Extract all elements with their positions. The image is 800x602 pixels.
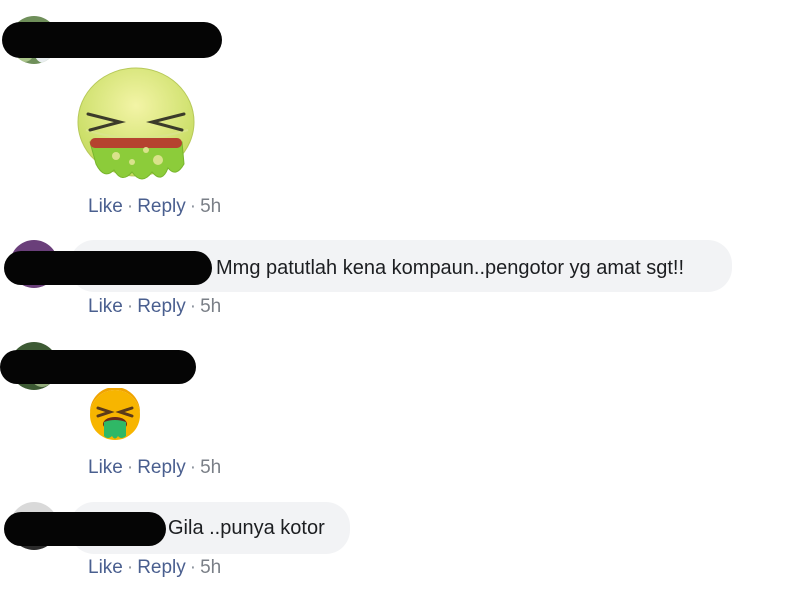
separator: · (126, 557, 134, 578)
comment-2: Mmg patutlah kena kompaun..pengotor yg a… (0, 230, 800, 330)
timestamp[interactable]: 5h (200, 296, 221, 317)
separator: · (189, 457, 197, 478)
timestamp[interactable]: 5h (200, 196, 221, 217)
reply-link[interactable]: Reply (137, 557, 186, 578)
comment-actions: Like · Reply · 5h (88, 195, 221, 219)
timestamp[interactable]: 5h (200, 557, 221, 578)
like-link[interactable]: Like (88, 296, 123, 317)
like-link[interactable]: Like (88, 457, 123, 478)
redaction-bar (2, 22, 222, 58)
separator: · (189, 296, 197, 317)
separator: · (126, 457, 134, 478)
comment-text: Mmg patutlah kena kompaun..pengotor yg a… (216, 257, 685, 279)
comment-3: Like · Reply · 5h (0, 330, 800, 490)
comment-4: Gila ..punya kotor Like · Reply · 5h (0, 490, 800, 602)
separator: · (189, 196, 197, 217)
reply-link[interactable]: Reply (137, 196, 186, 217)
comment-text: Gila ..punya kotor (168, 517, 325, 539)
like-link[interactable]: Like (88, 557, 123, 578)
separator: · (189, 557, 197, 578)
separator: · (126, 196, 134, 217)
comment-actions: Like · Reply · 5h (88, 295, 221, 319)
timestamp[interactable]: 5h (200, 457, 221, 478)
nauseated-face-emoji-icon (88, 387, 142, 447)
comment-actions: Like · Reply · 5h (88, 556, 221, 580)
comment-1: Like · Reply · 5h (0, 0, 800, 230)
comment-actions: Like · Reply · 5h (88, 456, 221, 480)
vomiting-face-sticker-icon (76, 64, 200, 193)
reply-link[interactable]: Reply (137, 457, 186, 478)
redaction-bar (0, 350, 196, 384)
redaction-bar (4, 512, 166, 546)
like-link[interactable]: Like (88, 196, 123, 217)
reply-link[interactable]: Reply (137, 296, 186, 317)
redaction-bar (4, 251, 212, 285)
separator: · (126, 296, 134, 317)
